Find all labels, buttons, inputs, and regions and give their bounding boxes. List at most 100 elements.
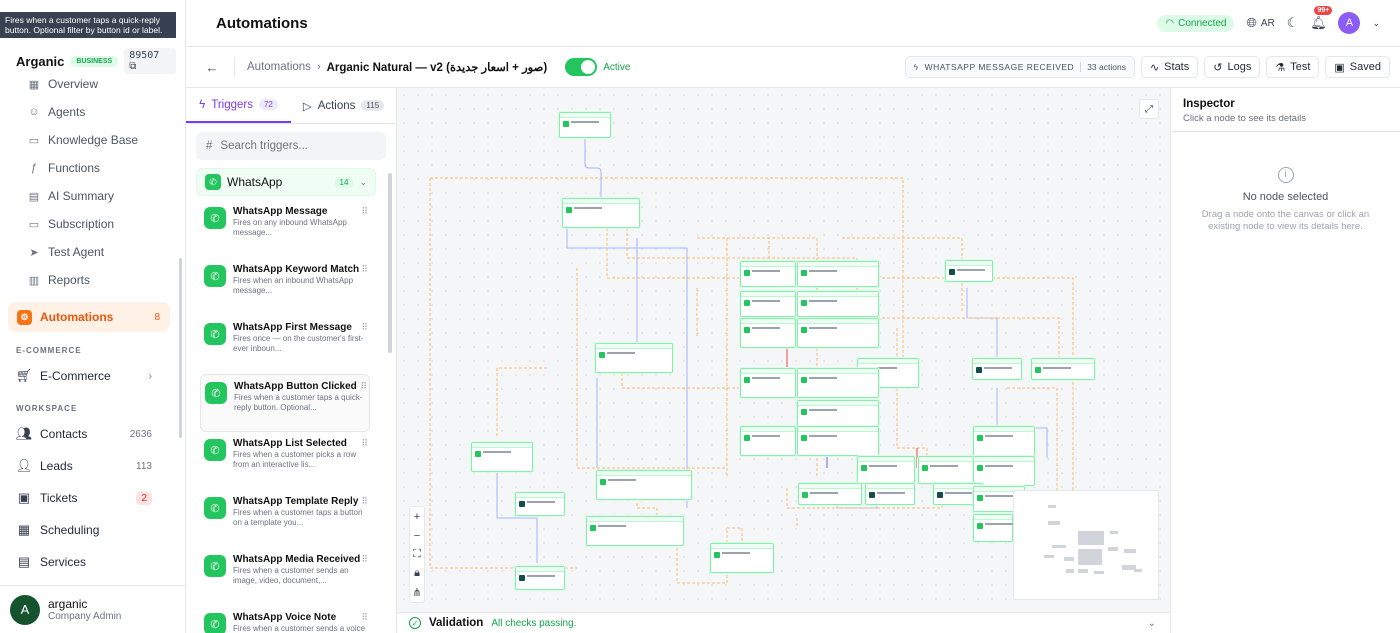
sidebar-item-ecommerce[interactable]: 🛒︎ E-Commerce › [0,360,180,392]
flow-node[interactable] [515,566,565,590]
flow-node[interactable] [973,426,1035,456]
sidebar-item-knowledge-base[interactable]: ▭ Knowledge Base [0,126,180,154]
flow-node[interactable] [740,368,796,398]
calendar-icon: ▦ [17,522,31,537]
test-button[interactable]: ⚗ Test [1266,56,1320,78]
sidebar-item-leads[interactable]: 👤︎ Leads 113 [0,450,180,482]
flow-node[interactable] [798,483,862,505]
zoom-out-button[interactable]: − [410,526,424,545]
minimap[interactable] [1013,490,1159,600]
stats-button[interactable]: ∿ Stats [1140,56,1199,78]
flow-node[interactable] [471,442,533,472]
validation-bar[interactable]: ✓ Validation All checks passing. ⌄ [397,612,1170,633]
flow-node[interactable] [586,516,684,546]
flow-node[interactable] [865,483,915,505]
flow-node[interactable] [595,343,673,373]
flow-node[interactable] [797,261,879,287]
moon-icon[interactable]: ☾ [1287,15,1299,31]
user-avatar[interactable]: A [1338,12,1361,34]
sidebar-item-functions[interactable]: ƒ Functions [0,154,180,182]
bolt-icon: ϟ [199,98,206,111]
trigger-item[interactable]: ✆ WhatsApp Keyword Match Fires when an inb… [200,258,370,316]
sidebar-item-services[interactable]: ▤ Services [0,546,180,578]
fit-view-button[interactable]: ⛶ [410,545,424,564]
empty-description: Drag a node onto the canvas or click an … [1201,208,1370,232]
sidebar-item-scheduling[interactable]: ▦ Scheduling [0,514,180,546]
sidebar-item-tickets[interactable]: ▣ Tickets 2 [0,482,180,514]
trigger-item[interactable]: ✆ WhatsApp Message Fires on any inbound Wh… [200,200,370,258]
flow-node[interactable] [972,358,1022,380]
flow-node[interactable] [596,470,692,500]
trigger-item[interactable]: ✆ WhatsApp First Message Fires once — on t… [200,316,370,374]
logs-button[interactable]: ↺ Logs [1204,56,1261,78]
back-arrow-icon[interactable]: ← [202,57,222,77]
chevron-down-icon[interactable]: ⌄ [1148,618,1156,629]
info-icon: i [1277,166,1294,183]
palette-scrollbar[interactable] [388,173,392,353]
sidebar-item-agents[interactable]: ☺ Agents [0,98,180,126]
flow-node[interactable] [710,543,774,573]
flow-node-trigger[interactable] [559,112,611,138]
lock-button[interactable]: 🔒︎ [410,564,424,583]
flow-node[interactable] [797,400,879,426]
flow-node[interactable] [797,318,879,348]
flow-node[interactable] [515,492,565,516]
flow-node[interactable] [973,456,1035,486]
sidebar-item-reports[interactable]: ▥ Reports [0,266,180,294]
flow-node[interactable] [797,291,879,317]
sidebar-item-ai-summary[interactable]: ▤ AI Summary [0,182,180,210]
flow-canvas[interactable]: ⤢ + − ⛶ 🔒︎ ⋔ [397,88,1170,612]
tab-actions[interactable]: ▷ Actions 115 [291,88,396,123]
auto-layout-button[interactable]: ⋔ [410,583,424,602]
group-whatsapp[interactable]: ✆ WhatsApp 14 ⌄ [196,168,376,196]
cart-icon: 🛒︎ [15,368,33,383]
whatsapp-icon: ✆ [205,174,221,190]
notification-badge: 99+ [1314,6,1333,15]
sidebar-item-contacts[interactable]: 👥︎ Contacts 2636 [0,418,180,450]
language-switch[interactable]: 🌐︎ AR [1246,15,1274,31]
flow-node[interactable] [797,426,879,456]
tab-triggers[interactable]: ϟ Triggers 72 [186,88,291,123]
search-input[interactable] [220,140,371,152]
user-profile[interactable]: A arganic Company Admin [0,585,186,633]
sidebar-item-test-agent[interactable]: ➤ Test Agent [0,238,180,266]
canvas-controls: + − ⛶ 🔒︎ ⋔ [409,506,425,603]
trigger-item[interactable]: ✆ WhatsApp Voice Note Fires when a custome… [200,606,370,633]
trigger-item[interactable]: ✆ WhatsApp List Selected Fires when a cust… [200,432,370,490]
flow-node[interactable] [797,368,879,398]
search-field[interactable]: # [196,132,386,160]
flow-node[interactable] [918,456,974,484]
flow-node[interactable] [945,260,993,282]
active-toggle[interactable] [565,58,598,76]
trigger-item[interactable]: ✆ WhatsApp Button Clicked Fires when a cus… [200,374,370,432]
user-name: arganic [48,597,88,611]
sidebar-item-subscription[interactable]: ▭ Subscription [0,210,180,238]
flow-node[interactable] [1031,358,1095,380]
flow-node[interactable] [740,261,796,287]
brand-name: Arganic [16,53,65,69]
trigger-item[interactable]: ✆ WhatsApp Template Reply Fires when a cus… [200,490,370,548]
breadcrumb-automations[interactable]: Automations [247,61,311,73]
sidebar-item-overview[interactable]: ▦ Overview [0,70,180,98]
fullscreen-icon[interactable]: ⤢ [1139,99,1159,119]
flow-node[interactable] [562,198,640,228]
play-icon: ▷ [302,100,312,113]
flow-node[interactable] [973,514,1013,542]
trigger-item[interactable]: ✆ WhatsApp Media Received Fires when a cus… [200,548,370,606]
chevron-down-icon: ⌄ [359,176,367,187]
flow-node[interactable] [740,426,796,456]
sidebar-item-automations[interactable]: ⚙ Automations 8 [8,302,170,332]
activity-icon: ∿ [1149,61,1160,74]
group-count: 14 [334,176,354,188]
bell-icon[interactable]: 🔔︎ 99+ [1310,6,1333,31]
flow-node[interactable] [740,318,796,348]
saved-button[interactable]: ▣ Saved [1325,56,1390,78]
section-workspace: WORKSPACE [16,403,78,413]
hash-icon: # [206,140,213,152]
connection-status: ◠ Connected [1157,14,1235,32]
flow-node[interactable] [857,456,915,484]
sidebar-scrollbar[interactable] [179,258,182,438]
zoom-in-button[interactable]: + [410,507,424,526]
flow-node[interactable] [740,291,796,317]
chevron-down-icon[interactable]: ⌄ [1372,18,1380,29]
